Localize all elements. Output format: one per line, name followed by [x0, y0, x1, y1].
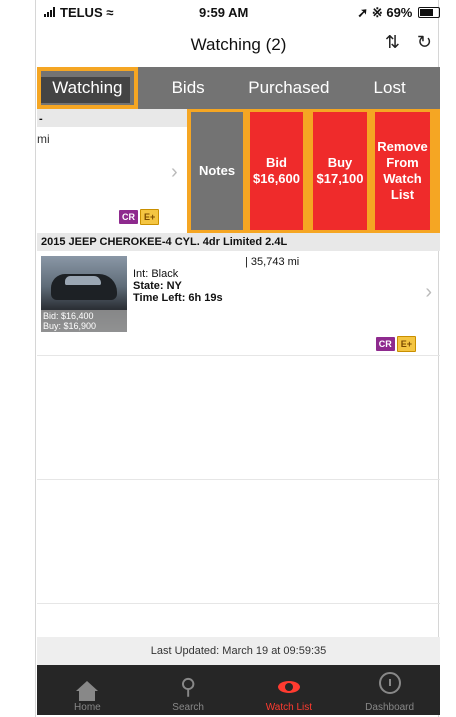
tab-lost[interactable]: Lost: [339, 67, 440, 109]
buy-button[interactable]: Buy $17,100: [313, 112, 367, 230]
tab-watch-list[interactable]: Watch List: [239, 665, 340, 715]
tab-home[interactable]: Home: [37, 665, 138, 715]
badges: CR E+: [375, 334, 418, 352]
state: State: NY: [133, 280, 182, 292]
carrier-group: TELUS ≈: [44, 5, 113, 20]
item-mileage: mi: [37, 132, 50, 146]
interior-color: Int: Black: [133, 268, 179, 280]
signal-icon: [44, 7, 58, 17]
divider: [37, 603, 440, 604]
carrier-name: TELUS: [60, 5, 103, 20]
tab-watch-list-label: Watch List: [265, 702, 313, 713]
tab-search[interactable]: ⚲ Search: [138, 665, 239, 715]
item-title: -: [39, 113, 43, 125]
chevron-right-icon: ›: [171, 161, 178, 183]
chevron-right-icon: ›: [425, 281, 432, 303]
vehicle-details: Int: Black State: NY Time Left: 6h 19s: [133, 268, 223, 304]
left-border: [35, 0, 36, 717]
tab-home-label: Home: [74, 702, 101, 713]
status-bar: TELUS ≈ 9:59 AM ➚ ※ 69%: [44, 0, 440, 22]
navigation-bar: Watching (2) ⇅ ↻: [37, 22, 440, 67]
bottom-tab-bar: Home ⚲ Search Watch List Dashboard: [37, 665, 440, 715]
battery-percent: 69%: [386, 5, 413, 20]
gauge-icon: [339, 672, 440, 702]
vehicle-thumbnail[interactable]: Bid: $16,400 Buy: $16,900: [41, 256, 127, 332]
location-icon: ➚: [357, 5, 369, 20]
eplus-badge[interactable]: E+: [140, 209, 160, 225]
bid-button[interactable]: Bid $16,600: [250, 112, 303, 230]
eplus-badge[interactable]: E+: [396, 336, 416, 352]
list-item[interactable]: Bid: $16,400 Buy: $16,900 | 35,743 mi In…: [37, 251, 440, 355]
bluetooth-icon: ※: [371, 5, 383, 20]
divider: [37, 479, 440, 480]
tab-purchased[interactable]: Purchased: [239, 67, 340, 109]
time-left: Time Left: 6h 19s: [133, 292, 223, 304]
cr-badge[interactable]: CR: [119, 210, 138, 224]
battery-icon: [418, 7, 440, 18]
thumbnail-prices: Bid: $16,400 Buy: $16,900: [41, 310, 127, 332]
status-time: 9:59 AM: [199, 5, 249, 20]
list-item[interactable]: - mi › CR E+ Notes Bid $16,600 Buy $17,10…: [37, 109, 440, 233]
tab-watching[interactable]: Watching: [37, 67, 138, 109]
last-updated-text: Last Updated: March 19 at 09:59:35: [37, 637, 440, 665]
remove-from-watchlist-button[interactable]: Remove From Watch List: [375, 112, 430, 230]
segment-tabs: Watching Bids Purchased Lost: [37, 67, 440, 109]
sort-icon[interactable]: ⇅: [385, 32, 400, 53]
notes-button[interactable]: Notes: [191, 112, 243, 230]
search-icon: ⚲: [180, 674, 197, 699]
item-mileage: | 35,743 mi: [245, 256, 300, 268]
car-window: [65, 276, 101, 285]
home-icon: [37, 672, 138, 702]
tab-bids[interactable]: Bids: [138, 67, 239, 109]
item-header: 2015 JEEP CHEROKEE-4 CYL. 4dr Limited 2.…: [37, 233, 440, 251]
status-right: ➚ ※ 69%: [357, 5, 440, 21]
badges: CR E+: [119, 207, 161, 225]
refresh-icon[interactable]: ↻: [417, 32, 432, 53]
tab-search-label: Search: [172, 702, 204, 713]
wifi-icon: ≈: [106, 5, 114, 20]
cr-badge[interactable]: CR: [375, 337, 395, 351]
divider: [37, 355, 440, 356]
buy-price: Buy: $16,900: [43, 321, 97, 331]
page-title: Watching (2): [190, 35, 287, 54]
eye-icon: [239, 672, 340, 702]
tab-dashboard[interactable]: Dashboard: [339, 665, 440, 715]
tab-dashboard-label: Dashboard: [365, 702, 415, 713]
bid-price: Bid: $16,400: [43, 311, 94, 321]
swipe-actions: Notes Bid $16,600 Buy $17,100 Remove Fro…: [187, 109, 440, 233]
